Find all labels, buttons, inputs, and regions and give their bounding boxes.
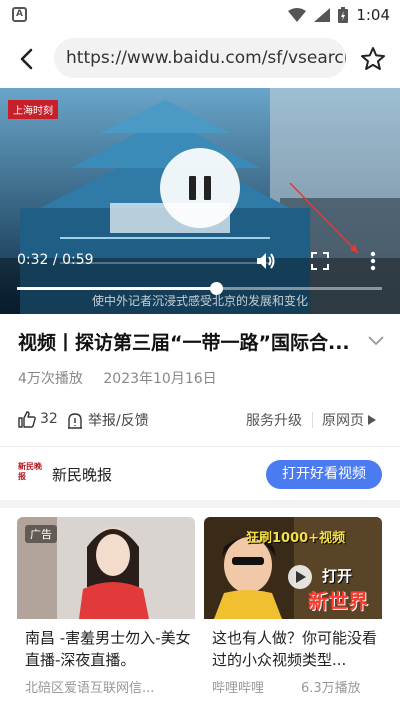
thumbnail-caption-top: 狂刷1000+视频 [246, 531, 346, 546]
volume-icon [257, 253, 275, 269]
action-divider [312, 412, 313, 428]
action-bar: 32 举报/反馈 服务升级 原网页 [0, 400, 400, 440]
status-bar: A 1:04 [0, 0, 400, 30]
back-button[interactable] [10, 42, 44, 76]
thumbnail-caption-big: 新世界 [308, 589, 368, 613]
pause-icon [189, 176, 211, 200]
bookmark-button[interactable] [356, 42, 390, 76]
status-icons: 1:04 [288, 5, 390, 25]
video-time: 0:32 / 0:59 [17, 252, 94, 268]
wifi-icon [288, 8, 307, 22]
chevron-down-icon[interactable] [366, 330, 386, 350]
app-notification-icon: A [12, 7, 27, 22]
signal-icon [314, 8, 331, 22]
url-input[interactable]: https://www.baidu.com/sf/vsearch [54, 38, 346, 78]
thumbnail-caption-mid: 打开 [322, 567, 353, 585]
video-meta: 4万次播放 2023年10月16日 [18, 368, 233, 388]
card-source: 哔哩哔哩 [212, 681, 265, 696]
card-title: 这也有人做？你可能没看过的小众视频类型... [212, 629, 378, 669]
original-page-link[interactable]: 原网页 [322, 410, 376, 430]
progress-bar[interactable] [17, 282, 382, 295]
title-row: 视频丨探访第三届“一带一路”国际合... [18, 326, 388, 358]
ad-badge: 广告 [25, 525, 57, 543]
card-source: 北碚区爱语互联网信... [25, 681, 155, 696]
battery-icon [338, 7, 349, 23]
service-upgrade-label: 服务升级 [246, 413, 302, 429]
video-more-button[interactable] [360, 248, 386, 274]
star-icon [361, 47, 385, 70]
progress-fill [17, 287, 216, 290]
view-count: 4万次播放 [18, 371, 83, 387]
section-gap [0, 500, 400, 508]
original-page-label: 原网页 [322, 413, 364, 429]
open-app-button[interactable]: 打开好看视频 [266, 460, 382, 489]
thumbs-up-icon [18, 411, 36, 428]
author-name[interactable]: 新民晚报 [52, 464, 112, 485]
pause-button[interactable] [160, 148, 240, 228]
recommendation-card[interactable]: 狂刷1000+视频 打开 新世界 这也有人做？你可能没看过的小众视频类型... … [204, 517, 382, 711]
back-arrow-icon [20, 48, 33, 70]
card-play-count: 6.3万播放 [301, 681, 361, 696]
fullscreen-button[interactable] [307, 248, 333, 274]
author-row: 新民晚报 新民晚报 打开好看视频 [0, 450, 400, 496]
time-current: 0:32 [17, 252, 49, 268]
time-separator: / [52, 252, 58, 268]
play-triangle-icon [368, 415, 376, 425]
recommendation-card[interactable]: 广告 南昌 -害羞男士勿入-美女直播-深夜直播。 北碚区爱语互联网信... [17, 517, 195, 711]
report-icon [68, 413, 82, 429]
clock: 1:04 [356, 6, 390, 24]
more-vertical-icon [370, 251, 376, 271]
divider [0, 446, 400, 447]
like-button[interactable]: 32 [18, 410, 58, 428]
video-title[interactable]: 视频丨探访第三届“一带一路”国际合... [18, 328, 358, 355]
service-upgrade-link[interactable]: 服务升级 [246, 410, 302, 430]
video-subtitle: 使中外记者沉浸式感受北京的发展和变化 [91, 294, 308, 308]
publish-date: 2023年10月16日 [103, 371, 217, 387]
report-label: 举报/反馈 [88, 413, 149, 429]
card-title: 南昌 -害羞男士勿入-美女直播-深夜直播。 [25, 629, 191, 669]
video-player[interactable]: 上海时刻 0:32 / 0:59 使中外记者沉浸式感受北京的发展和变化 [0, 88, 400, 314]
channel-logo: 上海时刻 [8, 100, 58, 119]
author-logo[interactable]: 新民晚报 [18, 462, 42, 486]
report-button[interactable]: 举报/反馈 [66, 410, 149, 430]
browser-toolbar: https://www.baidu.com/sf/vsearch [0, 30, 400, 88]
fullscreen-icon [311, 252, 329, 270]
volume-button[interactable] [253, 248, 279, 274]
time-total: 0:59 [62, 252, 94, 268]
like-count: 32 [40, 411, 58, 427]
